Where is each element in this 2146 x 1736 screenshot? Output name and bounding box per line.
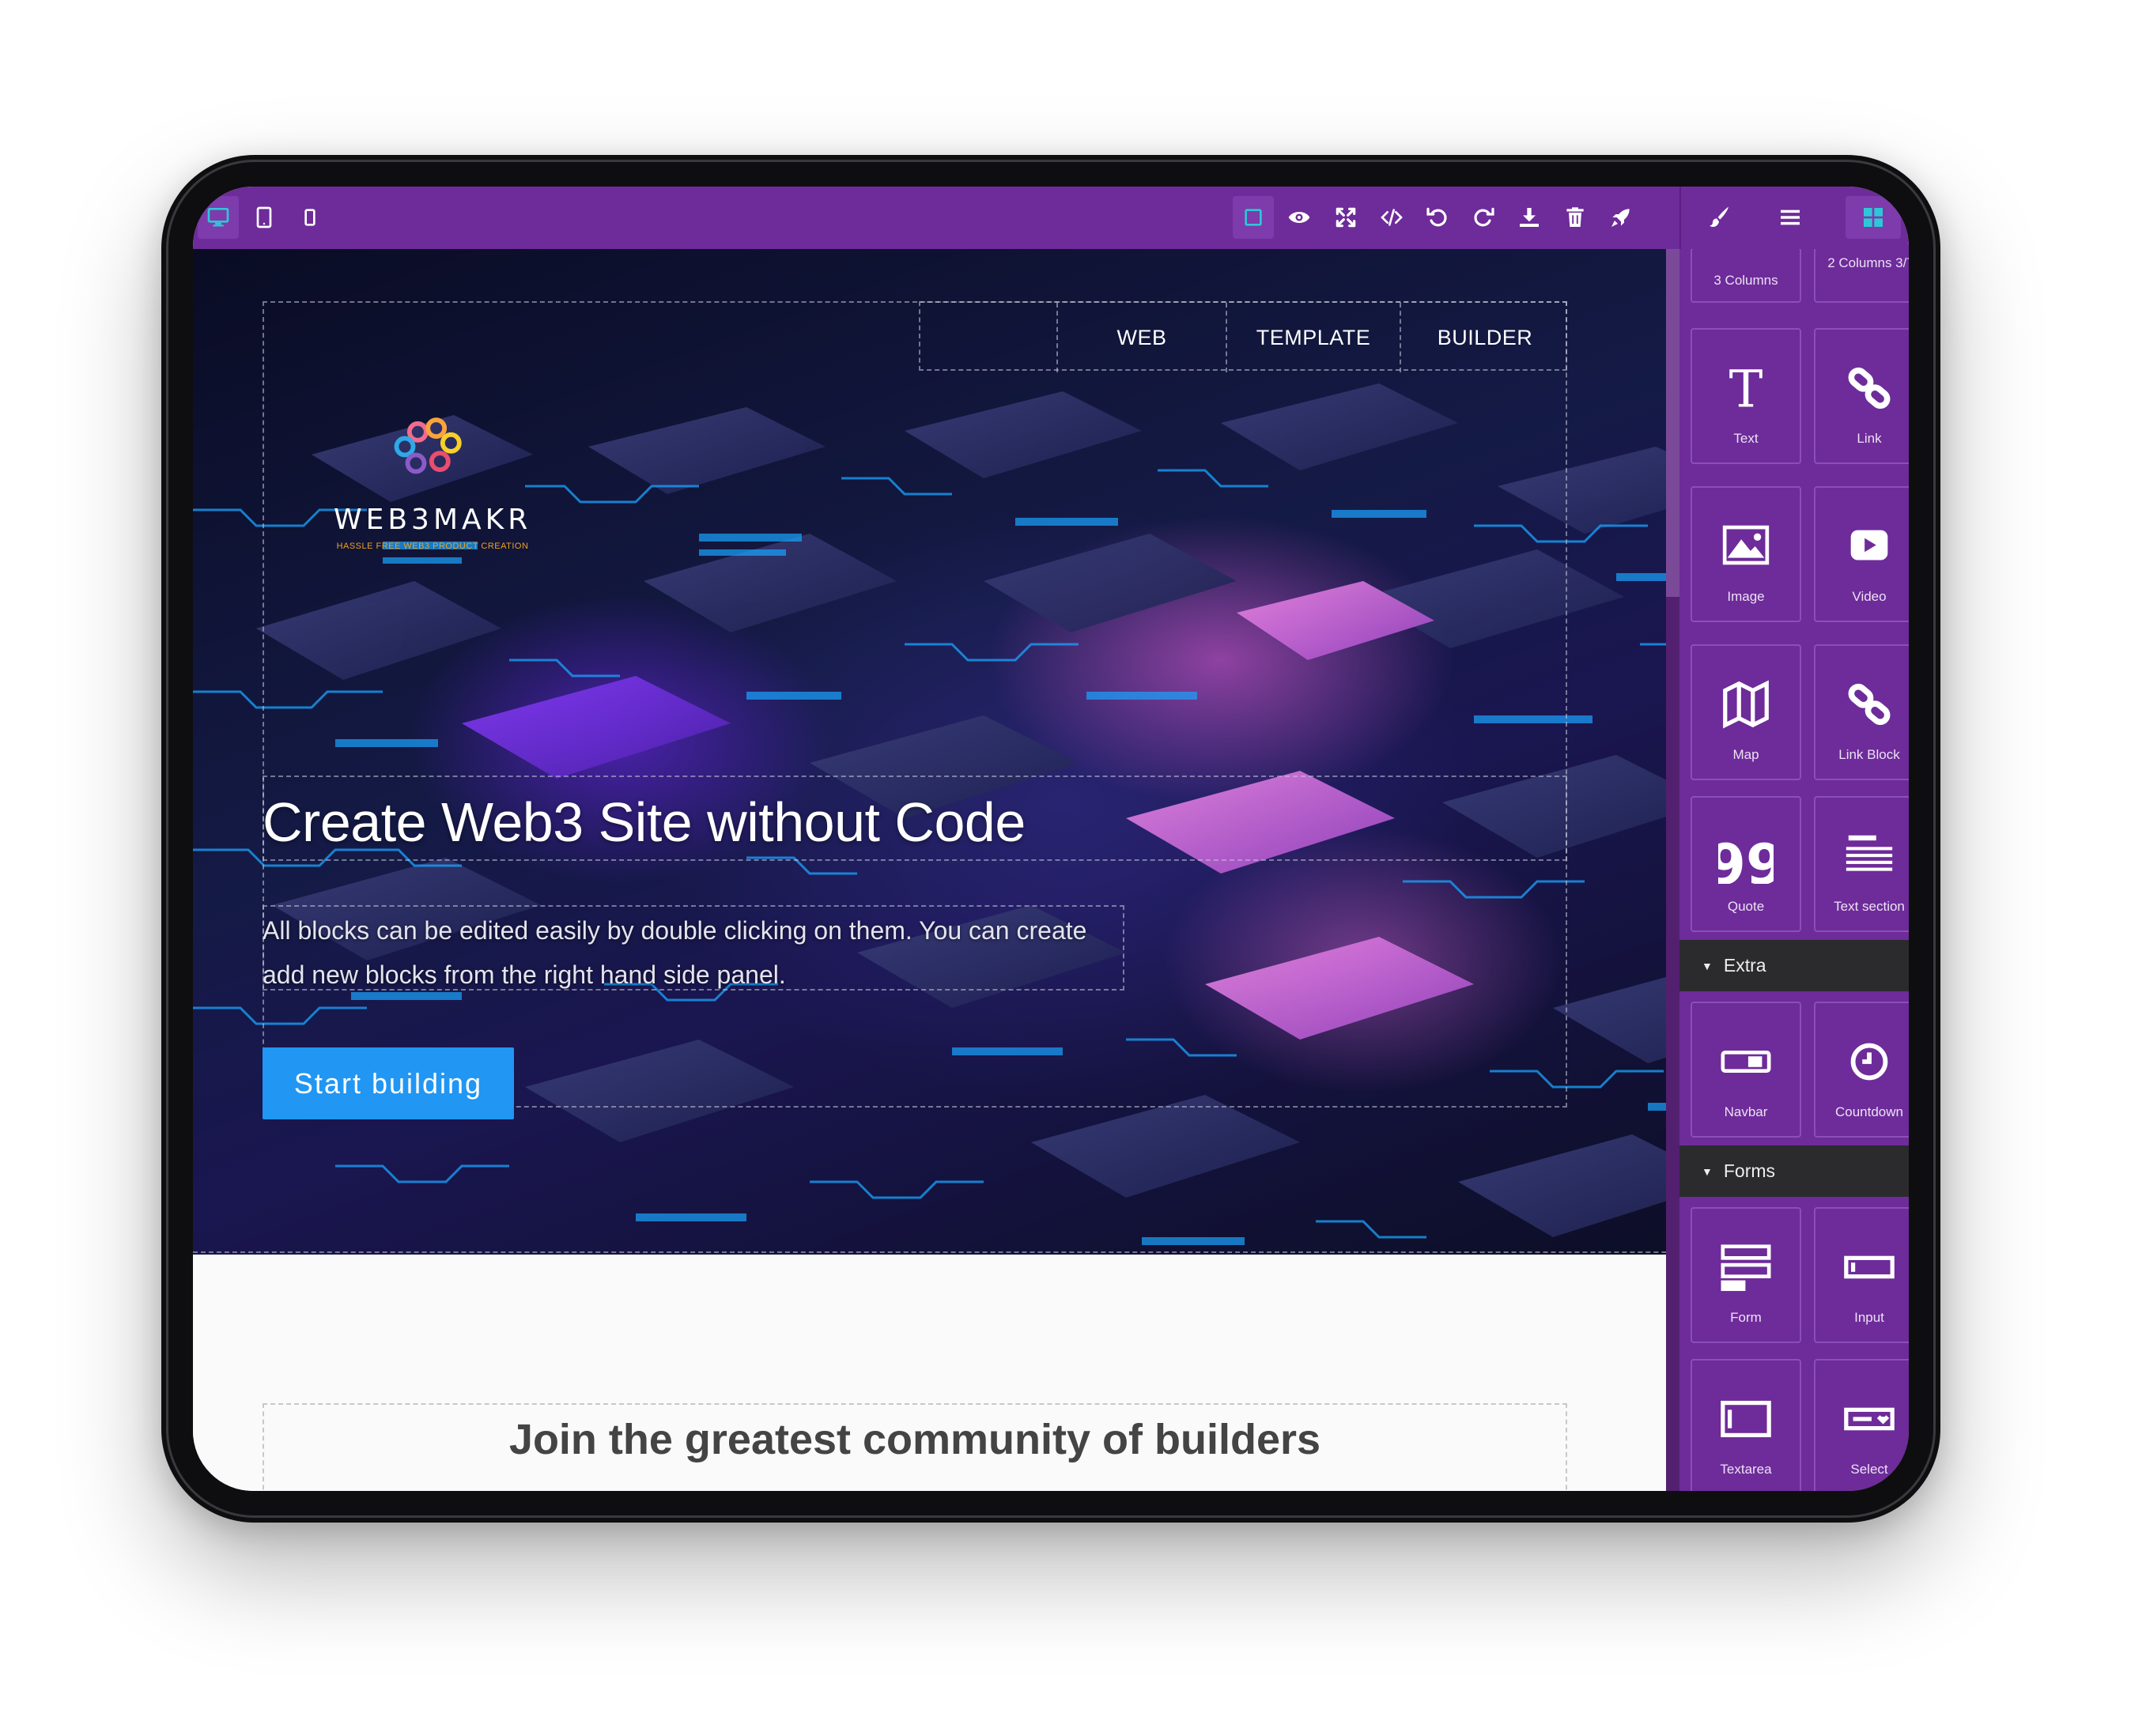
style-manager-icon[interactable]: [1698, 196, 1740, 239]
block-navbar[interactable]: Navbar: [1691, 1002, 1801, 1138]
block-label: Select: [1850, 1462, 1888, 1477]
redo-icon[interactable]: [1463, 196, 1504, 239]
block-label: Form: [1730, 1310, 1762, 1325]
tablet-icon[interactable]: [244, 196, 285, 239]
logo-icon: [394, 417, 462, 474]
image-icon: [1692, 516, 1800, 576]
desktop-icon[interactable]: [198, 196, 239, 239]
block-select[interactable]: Select: [1814, 1359, 1909, 1491]
trash-icon[interactable]: [1555, 196, 1596, 239]
import-icon[interactable]: [1509, 196, 1550, 239]
block-label: Input: [1854, 1310, 1884, 1325]
logo-tagline: HASSLE FREE WEB3 PRODUCT CREATION: [336, 542, 529, 551]
block-label: Video: [1852, 589, 1887, 604]
block-quote[interactable]: 99 Quote: [1691, 796, 1801, 932]
caret-down-icon: ▼: [1702, 959, 1713, 972]
block-image[interactable]: Image: [1691, 486, 1801, 622]
select-icon: [1815, 1389, 1909, 1449]
block-link[interactable]: Link: [1814, 328, 1909, 464]
block-label: Image: [1727, 589, 1765, 604]
link-icon: [1815, 358, 1909, 418]
block-3-columns[interactable]: 3 Columns: [1691, 249, 1801, 303]
caret-down-icon: ▼: [1702, 1164, 1713, 1178]
blocks-panel: 3 Columns 2 Columns 3/7 T Text Link Imag…: [1679, 249, 1909, 1491]
logo-text: WEB3MAKR: [334, 504, 532, 536]
nav-builder[interactable]: BUILDER: [1400, 303, 1569, 372]
hero-description[interactable]: All blocks can be edited easily by doubl…: [263, 908, 1132, 997]
text-section-icon: [1815, 826, 1909, 886]
mobile-icon[interactable]: [289, 196, 331, 239]
category-label: Extra: [1723, 955, 1766, 976]
block-text-section[interactable]: Text section: [1814, 796, 1909, 932]
hero-title[interactable]: Create Web3 Site without Code: [263, 791, 1026, 854]
category-extra[interactable]: ▼ Extra: [1679, 940, 1909, 991]
svg-text:99: 99: [1718, 832, 1774, 884]
block-label: 3 Columns: [1713, 273, 1778, 288]
sw-visibility-icon[interactable]: [1233, 196, 1274, 239]
editor-screen: WEB TEMPLATE BUILDER WEB3MAKR HASSLE FRE…: [193, 187, 1909, 1491]
top-toolbar: [193, 187, 1909, 249]
category-forms[interactable]: ▼ Forms: [1679, 1145, 1909, 1197]
block-label: Link: [1857, 431, 1882, 446]
hero-section[interactable]: WEB TEMPLATE BUILDER WEB3MAKR HASSLE FRE…: [193, 249, 1840, 1255]
editor-canvas[interactable]: WEB TEMPLATE BUILDER WEB3MAKR HASSLE FRE…: [193, 249, 1840, 1491]
undo-icon[interactable]: [1417, 196, 1458, 239]
tablet-frame: WEB TEMPLATE BUILDER WEB3MAKR HASSLE FRE…: [161, 155, 1940, 1523]
block-label: Countdown: [1834, 1104, 1903, 1119]
section2-title[interactable]: Join the greatest community of builders: [263, 1415, 1567, 1464]
nav-web[interactable]: WEB: [1056, 303, 1226, 372]
textarea-icon: [1692, 1389, 1800, 1449]
map-icon: [1692, 674, 1800, 734]
hero-bottom-divider: [193, 1251, 1840, 1253]
category-label: Forms: [1723, 1160, 1776, 1181]
quote-icon: 99: [1692, 826, 1800, 886]
block-form[interactable]: Form: [1691, 1207, 1801, 1343]
block-label: Text section: [1834, 899, 1905, 914]
blocks-icon[interactable]: [1846, 196, 1901, 239]
canvas-scrollbar-thumb[interactable]: [1666, 249, 1679, 597]
block-video[interactable]: Video: [1814, 486, 1909, 622]
block-label: Navbar: [1724, 1104, 1768, 1119]
svg-text:T: T: [1729, 360, 1763, 416]
code-icon[interactable]: [1371, 196, 1412, 239]
publish-icon[interactable]: [1600, 196, 1642, 239]
preview-icon[interactable]: [1279, 196, 1320, 239]
block-label: Text: [1733, 431, 1759, 446]
block-label: Map: [1732, 747, 1759, 762]
form-icon: [1692, 1237, 1800, 1297]
countdown-icon: [1815, 1032, 1909, 1092]
block-label: Quote: [1727, 899, 1765, 914]
block-text[interactable]: T Text: [1691, 328, 1801, 464]
link-block-icon: [1815, 674, 1909, 734]
nav-menu[interactable]: WEB TEMPLATE BUILDER: [919, 301, 1569, 372]
block-label: Textarea: [1720, 1462, 1772, 1477]
block-label: Link Block: [1838, 747, 1900, 762]
fullscreen-icon[interactable]: [1325, 196, 1366, 239]
navbar-icon: [1692, 1032, 1800, 1092]
block-input[interactable]: Input: [1814, 1207, 1909, 1343]
block-countdown[interactable]: Countdown: [1814, 1002, 1909, 1138]
start-building-button[interactable]: Start building: [263, 1047, 514, 1119]
block-link-block[interactable]: Link Block: [1814, 644, 1909, 780]
block-label: 2 Columns 3/7: [1827, 255, 1909, 270]
block-textarea[interactable]: Textarea: [1691, 1359, 1801, 1491]
video-icon: [1815, 516, 1909, 576]
layer-manager-icon[interactable]: [1770, 196, 1811, 239]
toolbar-separator: [1679, 187, 1681, 249]
nav-template[interactable]: TEMPLATE: [1226, 303, 1400, 372]
input-icon: [1815, 1237, 1909, 1297]
text-icon: T: [1692, 358, 1800, 418]
block-2-columns-3-7[interactable]: 2 Columns 3/7: [1814, 249, 1909, 303]
block-map[interactable]: Map: [1691, 644, 1801, 780]
